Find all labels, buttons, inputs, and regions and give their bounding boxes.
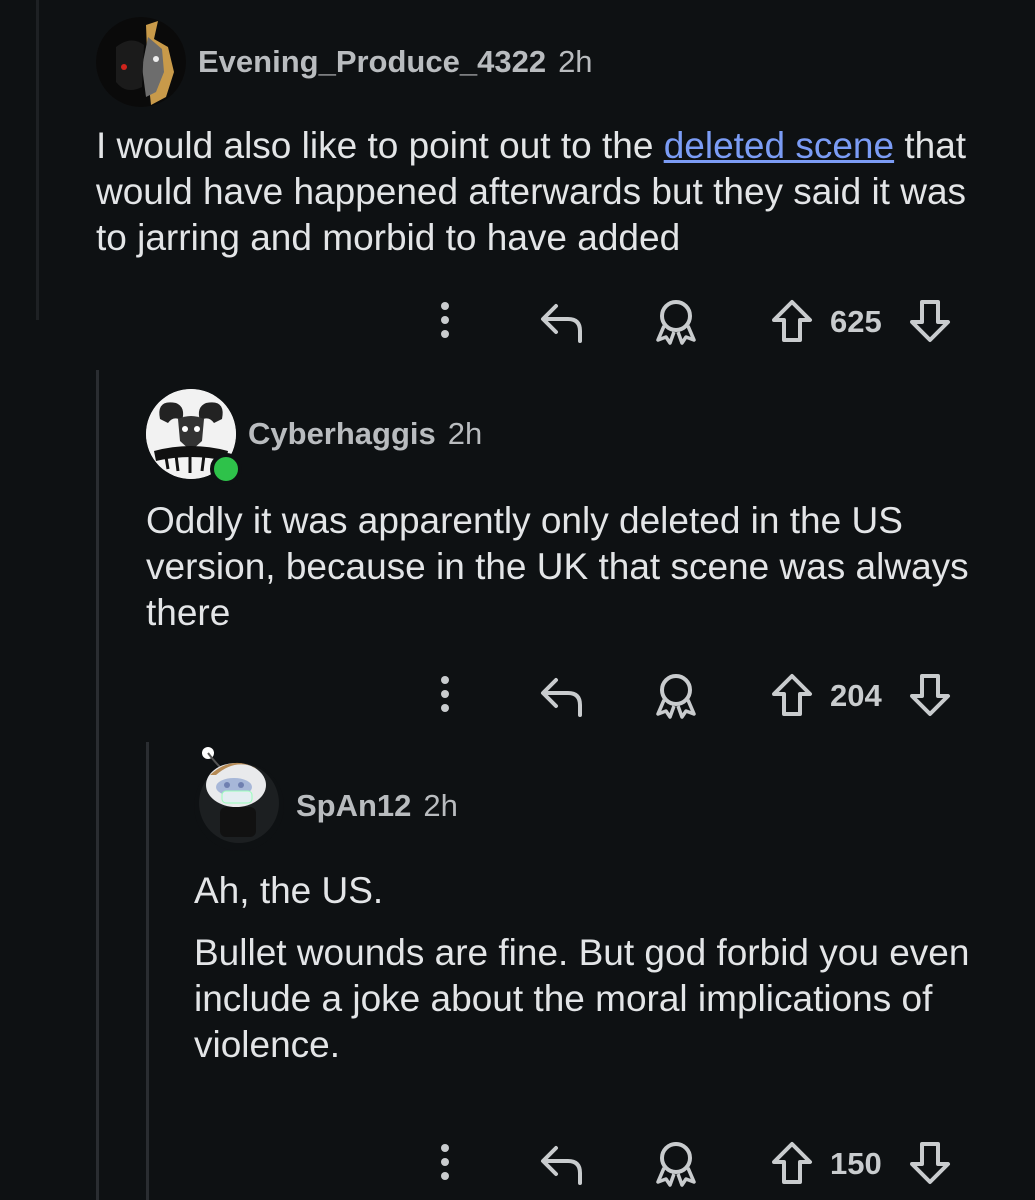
award-icon[interactable]	[652, 1138, 700, 1188]
comment-body-paragraph: Bullet wounds are fine. But god forbid y…	[194, 932, 970, 1065]
vote-count: 150	[830, 1146, 882, 1181]
comment-body-paragraph: Ah, the US.	[194, 870, 384, 911]
downvote-icon[interactable]	[908, 1138, 952, 1188]
dark-creature-avatar-icon	[96, 17, 186, 107]
thread-line[interactable]	[96, 370, 99, 1200]
avatar-wrapper	[146, 389, 242, 485]
upvote-icon[interactable]	[770, 1138, 814, 1188]
award-icon[interactable]	[652, 670, 700, 720]
timestamp: 2h	[423, 788, 458, 823]
reply-icon[interactable]	[538, 296, 586, 346]
comment: Cyberhaggis 2h Oddly it was apparently o…	[146, 388, 996, 636]
comment-header: SpAn12 2h	[194, 747, 994, 852]
comment-actions: 204	[0, 670, 1035, 720]
more-vertical-icon[interactable]	[430, 1138, 460, 1188]
more-vertical-icon[interactable]	[430, 296, 460, 346]
comment-actions: 150	[0, 1138, 1035, 1188]
downvote-icon[interactable]	[908, 296, 952, 346]
snoo-mask-avatar-icon	[199, 747, 279, 843]
timestamp: 2h	[447, 416, 483, 451]
thread-line[interactable]	[146, 742, 149, 1200]
downvote-icon[interactable]	[908, 670, 952, 720]
thread-line[interactable]	[36, 0, 39, 320]
comment: Evening_Produce_4322 2h I would also lik…	[96, 16, 996, 261]
reply-icon[interactable]	[538, 1138, 586, 1188]
username[interactable]: Cyberhaggis	[248, 416, 436, 452]
avatar[interactable]	[194, 747, 284, 851]
online-status-indicator	[210, 453, 242, 485]
comment: SpAn12 2h Ah, the US. Bullet wounds are …	[194, 747, 994, 1068]
timestamp: 2h	[558, 44, 593, 79]
upvote-icon[interactable]	[770, 296, 814, 346]
avatar[interactable]	[96, 17, 186, 107]
comment-actions: 625	[0, 296, 1035, 346]
comment-header: Cyberhaggis 2h	[146, 388, 996, 485]
username[interactable]: Evening_Produce_4322	[198, 44, 546, 80]
award-icon[interactable]	[652, 296, 700, 346]
vote-count: 625	[830, 304, 882, 339]
vote-count: 204	[830, 678, 882, 713]
reply-icon[interactable]	[538, 670, 586, 720]
comment-header: Evening_Produce_4322 2h	[96, 16, 996, 108]
comment-body: I would also like to point out to the de…	[96, 123, 996, 261]
comment-body: Oddly it was apparently only deleted in …	[146, 500, 969, 633]
comment-thread: Evening_Produce_4322 2h I would also lik…	[0, 0, 1035, 1200]
comment-text: I would also like to point out to the	[96, 125, 664, 166]
username[interactable]: SpAn12	[296, 788, 411, 824]
upvote-icon[interactable]	[770, 670, 814, 720]
deleted-scene-link[interactable]: deleted scene	[664, 125, 894, 166]
more-vertical-icon[interactable]	[430, 670, 460, 720]
